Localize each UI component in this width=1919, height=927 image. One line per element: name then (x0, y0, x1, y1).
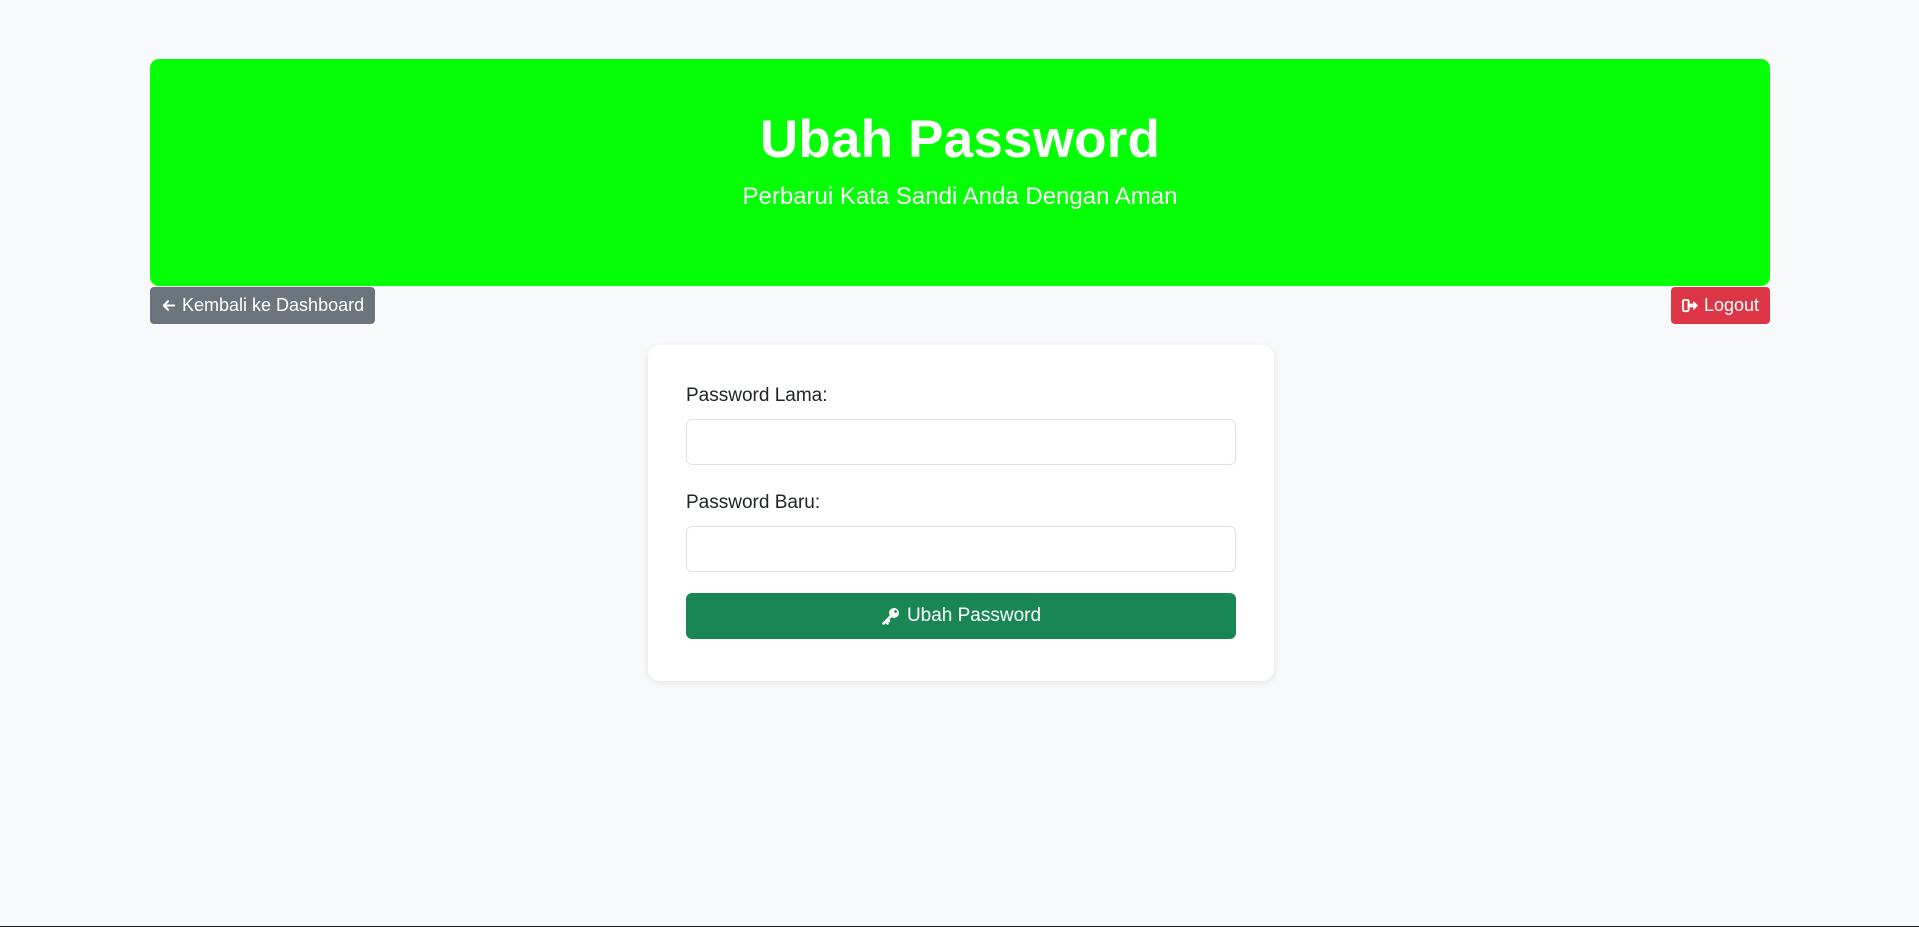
page-title: Ubah Password (759, 110, 1161, 169)
change-password-submit-button[interactable]: Ubah Password (686, 593, 1236, 639)
page-subtitle: Perbarui Kata Sandi Anda Dengan Aman (742, 183, 1178, 211)
submit-button-label: Ubah Password (906, 605, 1042, 626)
page-header: Ubah Password Perbarui Kata Sandi Anda D… (150, 59, 1770, 286)
change-password-form: Password Lama: Password Baru: Ubah Passw… (686, 385, 1236, 639)
new-password-label: Password Baru: (686, 492, 821, 513)
sign-out-icon (1682, 298, 1699, 313)
key-icon (881, 606, 901, 626)
old-password-input[interactable] (686, 419, 1236, 465)
nav-row: Kembali ke Dashboard Logout (150, 286, 1770, 324)
back-button-label: Kembali ke Dashboard (182, 295, 365, 315)
back-to-dashboard-button[interactable]: Kembali ke Dashboard (150, 287, 376, 324)
new-password-group: Password Baru: (686, 492, 1236, 572)
old-password-group: Password Lama: (686, 385, 1236, 465)
change-password-card: Password Lama: Password Baru: Ubah Passw… (648, 345, 1274, 681)
logout-button-label: Logout (1703, 295, 1759, 315)
page-container: Ubah Password Perbarui Kata Sandi Anda D… (150, 59, 1770, 324)
old-password-label: Password Lama: (686, 385, 828, 406)
new-password-input[interactable] (686, 526, 1236, 572)
logout-button[interactable]: Logout (1670, 287, 1770, 324)
arrow-left-icon (161, 298, 176, 313)
